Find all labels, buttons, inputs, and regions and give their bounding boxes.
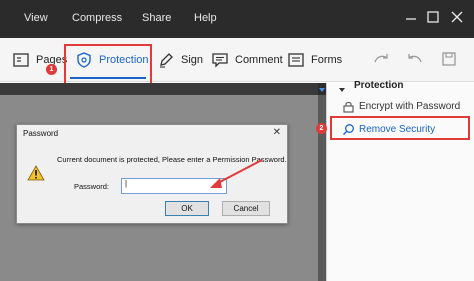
pen-icon (157, 51, 175, 69)
menu-view[interactable]: View (24, 12, 48, 24)
vertical-scrollbar[interactable] (318, 83, 326, 281)
encrypt-with-password-item[interactable]: Encrypt with Password (342, 100, 460, 113)
protection-highlight-box (64, 44, 152, 86)
dialog-message: Current document is protected, Please en… (57, 155, 287, 164)
comment-icon (211, 51, 229, 69)
document-top-bar (0, 83, 318, 95)
undo-icon[interactable] (406, 50, 424, 68)
dialog-close-icon[interactable]: ✕ (273, 127, 281, 138)
menu-bar: View Compress Share Help (0, 0, 474, 38)
forms-label: Forms (311, 54, 343, 66)
remove-security-item[interactable]: Remove Security (342, 123, 435, 136)
menu-compress[interactable]: Compress (72, 12, 122, 24)
menu-share[interactable]: Share (142, 12, 171, 24)
redo-icon[interactable] (372, 50, 390, 68)
sign-tool-button[interactable]: Sign (157, 50, 203, 70)
password-field[interactable]: | (121, 178, 227, 194)
password-label: Password: (74, 182, 110, 191)
warning-icon (27, 165, 45, 181)
ok-button[interactable]: OK (165, 201, 209, 216)
sign-label: Sign (181, 54, 204, 66)
cancel-button[interactable]: Cancel (222, 201, 270, 216)
forms-icon (287, 51, 305, 69)
pages-icon (12, 51, 30, 69)
maximize-icon[interactable] (424, 8, 442, 26)
forms-tool-button[interactable]: Forms (287, 50, 342, 70)
pages-tool-button[interactable]: Pages (12, 50, 67, 70)
panel-collapse-toggle[interactable] (318, 83, 326, 95)
save-icon[interactable] (440, 50, 458, 68)
comment-tool-button[interactable]: Comment (211, 50, 283, 70)
close-window-icon[interactable] (448, 8, 466, 26)
collapse-caret-icon[interactable] (338, 81, 346, 92)
minimize-icon[interactable] (402, 8, 420, 26)
panel-heading: Protection (354, 80, 404, 91)
step-badge-2: 2 (316, 123, 327, 134)
search-icon (342, 123, 355, 136)
encrypt-label: Encrypt with Password (359, 101, 461, 112)
remove-security-label: Remove Security (359, 124, 436, 135)
password-dialog: Password ✕ Current document is protected… (16, 124, 288, 224)
comment-label: Comment (235, 54, 283, 66)
dialog-title: Password (23, 129, 59, 138)
step-badge-1: 1 (46, 64, 57, 75)
lock-icon (342, 100, 355, 113)
menu-help[interactable]: Help (194, 12, 217, 24)
